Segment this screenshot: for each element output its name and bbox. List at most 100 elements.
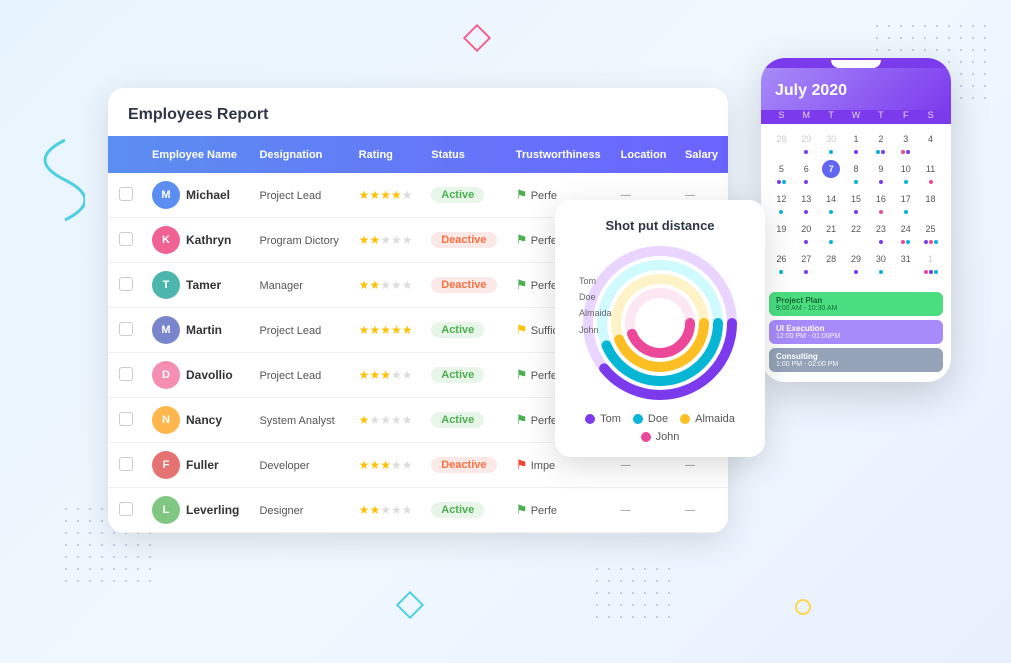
cal-day[interactable]: 19 [772,220,790,238]
cal-week-5: 26 27 28 29 30 31 1 [769,250,943,268]
row-checkbox[interactable] [119,502,133,516]
row-checkbox[interactable] [119,412,133,426]
event-time: 12:00 PM - 01:00PM [776,333,936,340]
row-checkbox-cell[interactable] [108,443,144,488]
phone-top-bar [761,58,951,68]
cal-day[interactable]: 28 [772,130,790,148]
table-title: Employees Report [108,88,728,136]
cal-day[interactable]: 29 [797,130,815,148]
dot-cell [794,210,819,216]
star-1: ★ [359,368,370,382]
cal-day[interactable]: 26 [772,250,790,268]
cal-day[interactable]: 24 [897,220,915,238]
dot-row-4 [769,240,943,246]
cal-day[interactable]: 15 [847,190,865,208]
cal-day[interactable]: 12 [772,190,790,208]
row-designation-cell: Designer [251,488,350,533]
dot-cell [769,240,794,246]
cal-day[interactable]: 10 [897,160,915,178]
calendar-grid: 28 29 30 1 2 3 4 5 6 7 8 9 10 11 [761,124,951,286]
header-name: Employee Name [144,136,251,173]
cal-day-today[interactable]: 7 [822,160,840,178]
dot-cell [918,150,943,156]
cal-day[interactable]: 22 [847,220,865,238]
row-checkbox[interactable] [119,322,133,336]
legend-label-john: John [656,431,680,443]
cal-day[interactable]: 29 [847,250,865,268]
employee-name-text: Davollio [186,368,233,382]
cal-day[interactable]: 23 [872,220,890,238]
cal-day[interactable]: 11 [922,160,940,178]
employee-name-text: Kathryn [186,233,231,247]
cal-day[interactable]: 28 [822,250,840,268]
avatar: M [152,316,180,344]
cal-day[interactable]: 14 [822,190,840,208]
flag-icon: ⚑ [516,457,528,472]
label-john: John [579,322,612,338]
legend-dot-doe [633,414,643,424]
row-checkbox[interactable] [119,232,133,246]
row-checkbox[interactable] [119,187,133,201]
row-checkbox-cell[interactable] [108,308,144,353]
cal-day[interactable]: 21 [822,220,840,238]
cal-day[interactable]: 5 [772,160,790,178]
row-checkbox-cell[interactable] [108,173,144,218]
dot-cell [769,210,794,216]
flag-icon: ⚑ [516,232,528,247]
row-checkbox-cell[interactable] [108,353,144,398]
cal-day[interactable]: 20 [797,220,815,238]
avatar: K [152,226,180,254]
day-header-s: S [769,110,794,120]
cal-day[interactable]: 13 [797,190,815,208]
cal-day[interactable]: 17 [897,190,915,208]
select-all-checkbox[interactable] [119,146,133,160]
row-checkbox[interactable] [119,367,133,381]
event-consulting[interactable]: Consulting 1:00 PM - 02:00 PM [769,348,943,372]
star-5: ★ [402,323,413,337]
cal-day[interactable]: 25 [922,220,940,238]
row-checkbox-cell[interactable] [108,488,144,533]
row-name-cell: N Nancy [144,398,251,443]
chart-container: Tom Doe Almaida John [571,243,749,403]
cal-day[interactable]: 30 [822,130,840,148]
star-1: ★ [359,413,370,427]
trust-text: Perfe [531,415,557,427]
cal-day[interactable]: 2 [872,130,890,148]
row-checkbox-cell[interactable] [108,263,144,308]
header-checkbox[interactable] [108,136,144,173]
star-3: ★ [380,413,391,427]
event-ui-execution[interactable]: UI Execution 12:00 PM - 01:00PM [769,320,943,344]
star-4: ★ [391,458,402,472]
cal-day[interactable]: 4 [922,130,940,148]
cal-day[interactable]: 30 [872,250,890,268]
row-checkbox-cell[interactable] [108,218,144,263]
star-1: ★ [359,458,370,472]
employee-name: F Fuller [152,451,243,479]
event-project-plan[interactable]: Project Plan 9:00 AM - 10:30 AM [769,292,943,316]
chart-legend: Tom Doe Almaida John [571,413,749,443]
dot-cell [769,180,794,186]
trust-text: Perfe [531,505,557,517]
cal-day[interactable]: 6 [797,160,815,178]
designation: Developer [259,460,309,472]
cal-day[interactable]: 18 [922,190,940,208]
ring-labels: Tom Doe Almaida John [579,273,612,338]
star-4: ★ [391,233,402,247]
cal-day[interactable]: 8 [847,160,865,178]
cal-day[interactable]: 27 [797,250,815,268]
row-checkbox[interactable] [119,457,133,471]
legend-label-tom: Tom [600,413,621,425]
row-checkbox-cell[interactable] [108,398,144,443]
dot-cell [918,210,943,216]
table-row: L Leverling Designer ★★★★★ Active ⚑ Perf… [108,488,728,533]
star-5: ★ [402,278,413,292]
row-checkbox[interactable] [119,277,133,291]
cal-day[interactable]: 16 [872,190,890,208]
cal-day[interactable]: 1 [847,130,865,148]
cal-day[interactable]: 31 [897,250,915,268]
cal-day[interactable]: 3 [897,130,915,148]
employee-name: T Tamer [152,271,243,299]
cal-day[interactable]: 1 [922,250,940,268]
row-location-cell: — [613,488,677,533]
cal-day[interactable]: 9 [872,160,890,178]
